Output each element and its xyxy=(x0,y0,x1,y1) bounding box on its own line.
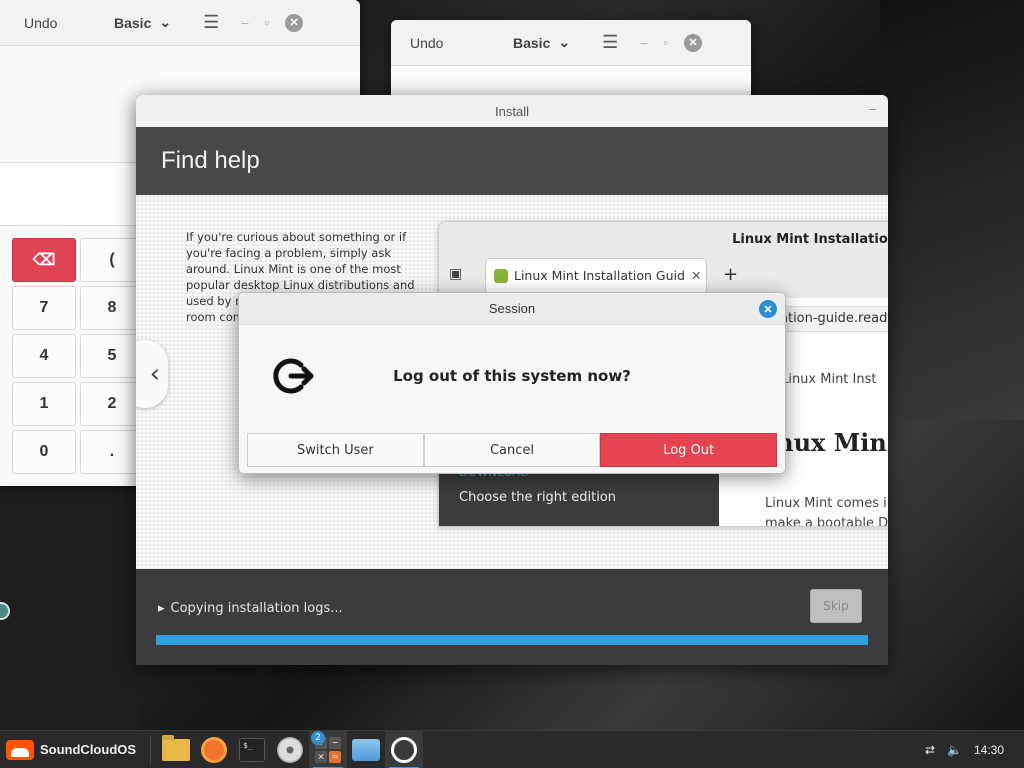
minimize-icon[interactable]: – xyxy=(869,101,876,116)
session-button-row: Switch User Cancel Log Out xyxy=(247,433,778,467)
previous-slide-button[interactable]: ‹ xyxy=(136,340,168,408)
expander-triangle-icon: ▸ xyxy=(158,601,165,616)
chevron-down-icon: ⌄ xyxy=(558,34,571,50)
backspace-icon: ⌫ xyxy=(32,252,56,269)
clock[interactable]: 14:30 xyxy=(974,743,1004,757)
browser-title: Linux Mint Installation xyxy=(732,232,888,247)
page-paragraph: Linux Mint comes in make a bootable DV xyxy=(765,494,888,527)
taskbar-terminal[interactable]: $_ xyxy=(233,731,271,768)
taskbar-separator xyxy=(150,734,152,765)
status-expander[interactable]: ▸ Copying installation logs... xyxy=(158,601,343,616)
installer-footer: ▸ Copying installation logs... Skip xyxy=(136,569,888,665)
status-text: Copying installation logs... xyxy=(170,601,343,616)
session-question: Log out of this system now? xyxy=(393,367,631,385)
progress-bar xyxy=(156,635,868,645)
maximize-icon[interactable]: ▫ xyxy=(663,35,668,50)
start-menu-label: SoundCloudOS xyxy=(40,742,137,757)
key-1[interactable]: 1 xyxy=(12,382,76,426)
page-paragraph-line: make a bootable DV xyxy=(765,516,888,527)
maximize-icon[interactable]: ▫ xyxy=(264,15,269,30)
backspace-key[interactable]: ⌫ xyxy=(12,238,76,282)
display-icon xyxy=(352,738,381,761)
browser-tab-label: Linux Mint Installation Guid xyxy=(514,268,685,283)
cancel-button[interactable]: Cancel xyxy=(423,433,601,467)
system-tray: ⇄ 🔈 14:30 xyxy=(925,743,1024,757)
close-icon[interactable]: ✕ xyxy=(759,300,777,318)
soundcloud-logo-icon xyxy=(6,739,34,760)
session-titlebar: Session ✕ xyxy=(239,293,785,325)
close-icon[interactable]: ✕ xyxy=(684,33,703,52)
chevron-left-icon: ‹ xyxy=(149,359,160,389)
mode-label: Basic xyxy=(114,14,152,31)
undo-button[interactable]: Undo xyxy=(403,35,513,51)
network-disconnected-icon[interactable]: ⇄ xyxy=(925,743,935,757)
close-icon[interactable]: ✕ xyxy=(285,13,304,32)
installer-title: Install xyxy=(495,103,529,119)
taskbar: SoundCloudOS $_ +−×= 2 ⇄ 🔈 14:30 xyxy=(0,730,1024,768)
background-shape xyxy=(0,480,140,730)
taskbar-firefox[interactable] xyxy=(195,731,233,768)
background-shape xyxy=(880,0,1024,420)
session-dialog[interactable]: Session ✕ Log out of this system now? Sw… xyxy=(238,292,786,474)
hamburger-menu-icon[interactable]: ☰ xyxy=(203,12,219,33)
page-title: Find help xyxy=(136,127,888,195)
keypad: ⌫ ( 7 8 4 5 1 2 0 . xyxy=(12,238,144,474)
new-tab-icon: + xyxy=(723,264,739,285)
tab-list-icon: ▣ xyxy=(449,266,463,282)
url-bar: ation-guide.readt xyxy=(769,306,888,332)
key-2[interactable]: 2 xyxy=(80,382,144,426)
tab-close-icon: ✕ xyxy=(690,268,702,283)
page-paragraph-line: Linux Mint comes in xyxy=(765,496,888,511)
session-title: Session xyxy=(488,301,536,316)
sidebar-link: Choose the right edition xyxy=(459,490,617,505)
installer-titlebar: Install – xyxy=(136,95,888,127)
key-5[interactable]: 5 xyxy=(80,334,144,378)
window-count-badge: 2 xyxy=(311,730,326,745)
logout-icon xyxy=(391,736,418,763)
key-open-paren[interactable]: ( xyxy=(80,238,144,282)
taskbar-files[interactable] xyxy=(157,731,195,768)
folder-icon xyxy=(162,734,191,761)
volume-icon[interactable]: 🔈 xyxy=(947,743,962,757)
log-out-button[interactable]: Log Out xyxy=(600,433,778,467)
key-decimal[interactable]: . xyxy=(80,430,144,474)
calculator-header: Undo Basic ⌄ ☰ – ▫ ✕ xyxy=(391,20,751,66)
terminal-icon: $_ xyxy=(239,737,266,762)
taskbar-calculator[interactable]: +−×= 2 xyxy=(309,730,348,768)
minimize-icon[interactable]: – xyxy=(241,15,248,30)
hamburger-menu-icon[interactable]: ☰ xyxy=(602,32,618,53)
switch-user-button[interactable]: Switch User xyxy=(247,433,424,467)
taskbar-session[interactable] xyxy=(385,730,424,768)
mode-label: Basic xyxy=(513,34,551,51)
progress-fill xyxy=(156,635,868,645)
key-8[interactable]: 8 xyxy=(80,286,144,330)
mode-selector[interactable]: Basic ⌄ xyxy=(513,34,570,51)
key-0[interactable]: 0 xyxy=(12,430,76,474)
disc-icon xyxy=(277,736,304,763)
firefox-icon xyxy=(201,736,228,763)
key-4[interactable]: 4 xyxy=(12,334,76,378)
skip-button[interactable]: Skip xyxy=(810,589,862,623)
minimize-icon[interactable]: – xyxy=(640,35,647,50)
calculator-header: Undo Basic ⌄ ☰ – ▫ ✕ xyxy=(0,0,360,46)
taskbar-installer[interactable] xyxy=(271,731,309,768)
mode-selector[interactable]: Basic ⌄ xyxy=(114,14,171,31)
taskbar-screen[interactable] xyxy=(347,731,385,768)
start-menu-button[interactable]: SoundCloudOS xyxy=(0,731,146,768)
mint-favicon-icon xyxy=(494,268,508,283)
key-7[interactable]: 7 xyxy=(12,286,76,330)
browser-tab: Linux Mint Installation Guid ✕ xyxy=(485,258,707,292)
chevron-down-icon: ⌄ xyxy=(159,14,172,30)
undo-button[interactable]: Undo xyxy=(4,15,114,31)
